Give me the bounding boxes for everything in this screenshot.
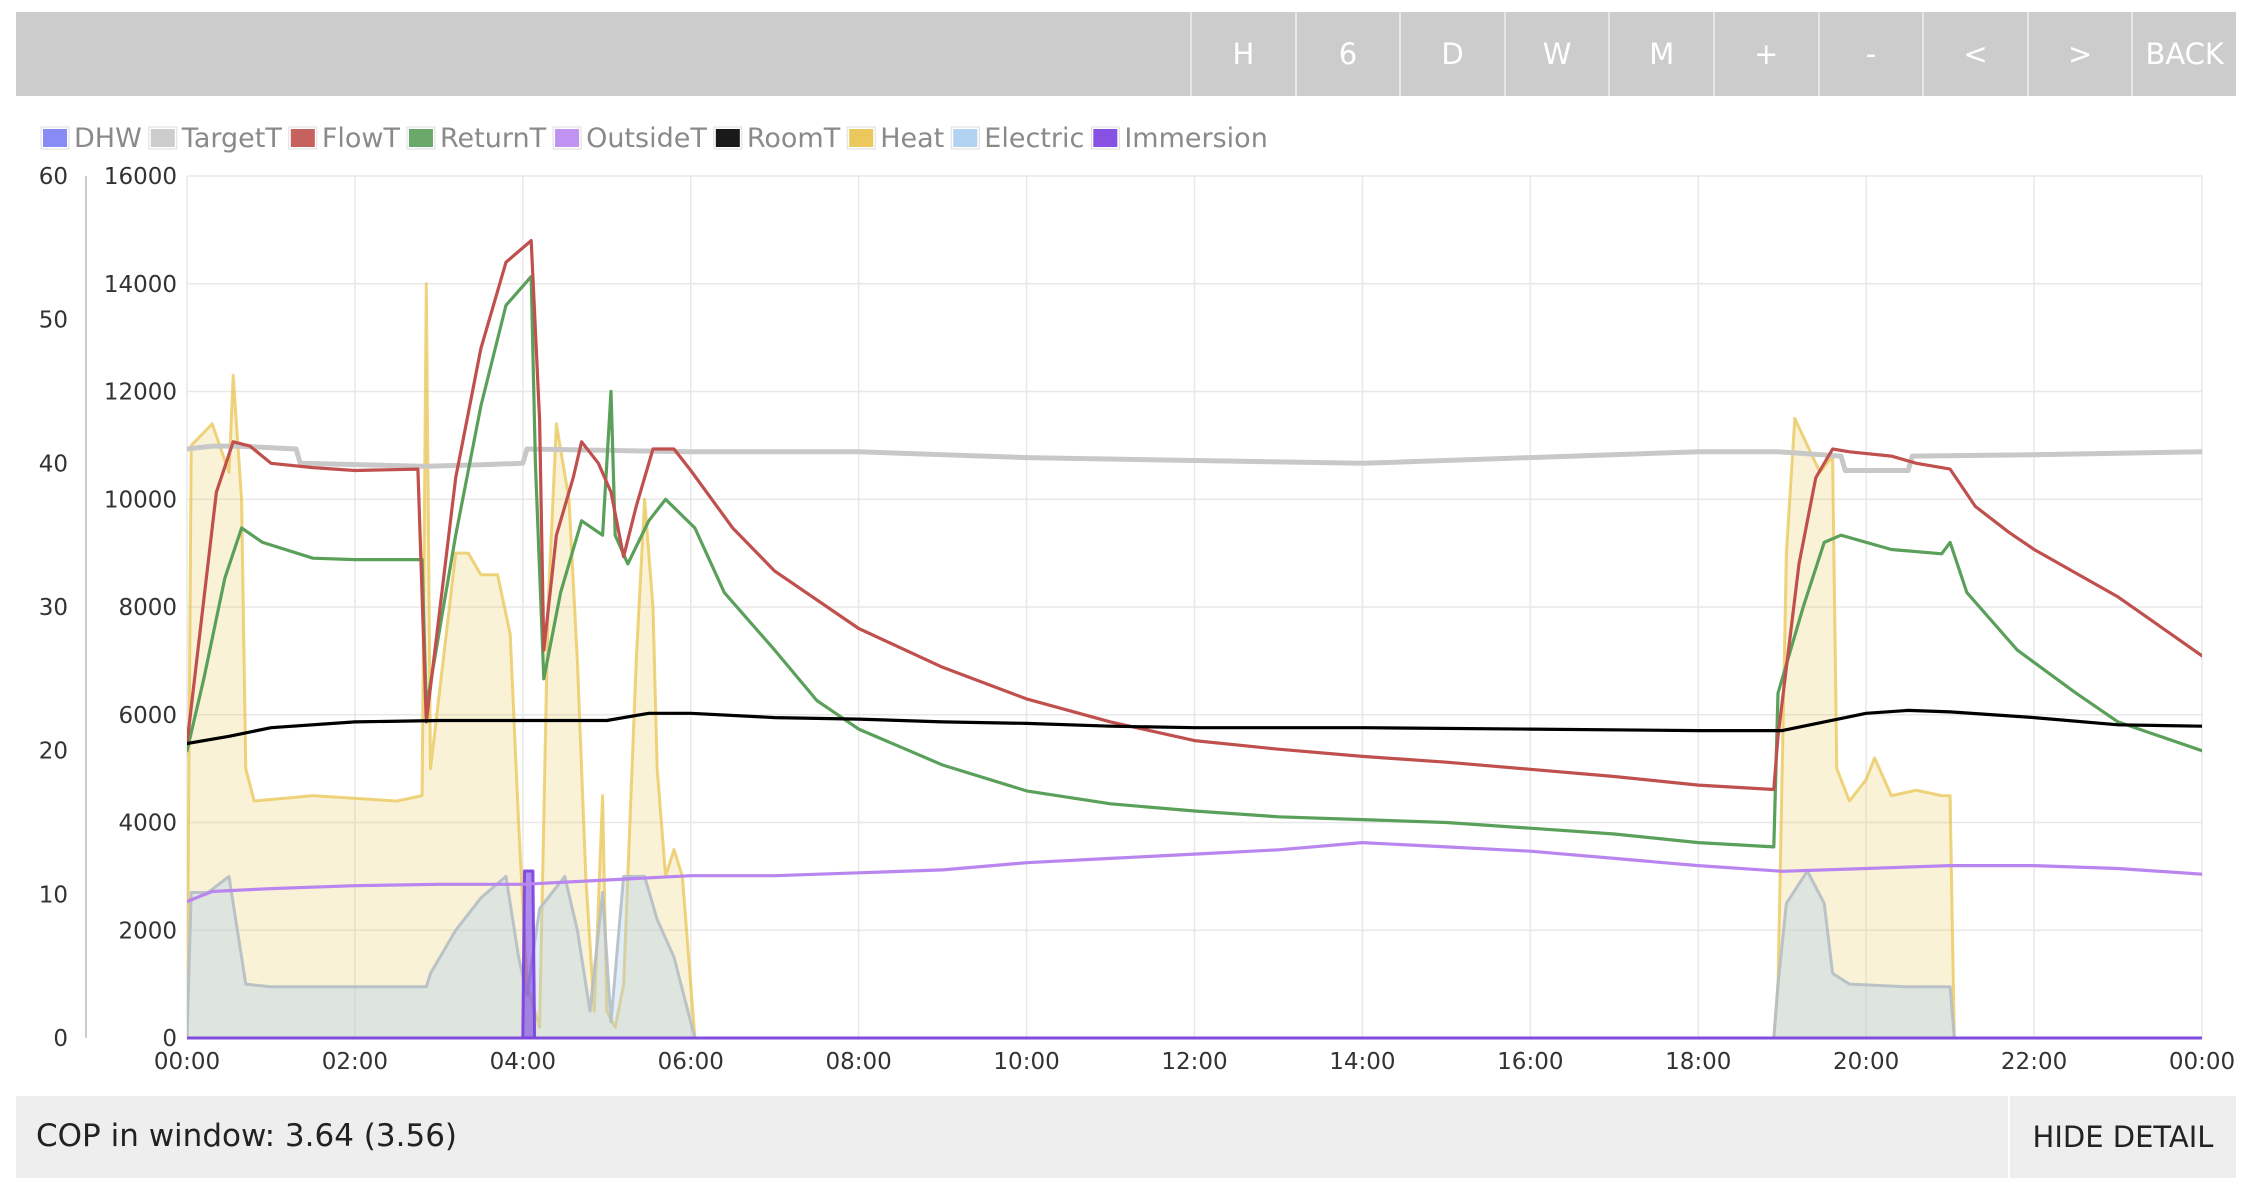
- pan-left-button[interactable]: <: [1922, 12, 2027, 96]
- legend-swatch-roomt: [713, 127, 742, 149]
- legend-swatch-returnt: [406, 127, 435, 149]
- legend-swatch-electric: [951, 127, 980, 149]
- zoom-out-button[interactable]: -: [1817, 12, 1923, 96]
- x-axis-tick-label: 00:00: [2169, 1049, 2235, 1075]
- toolbar-buttons: H 6 D W M + - < > BACK: [1190, 12, 2236, 96]
- pan-right-button[interactable]: >: [2026, 12, 2132, 96]
- left-axis-tick-label: 30: [39, 595, 68, 621]
- legend-label-outsidet: OutsideT: [586, 123, 707, 154]
- left-axis-tick-label: 40: [39, 451, 68, 477]
- power-axis-tick-label: 10000: [104, 487, 177, 513]
- six-hour-view-button[interactable]: 6: [1294, 12, 1400, 96]
- power-axis-tick-label: 14000: [104, 272, 177, 298]
- power-temperature-chart: 0102030405060020004000600080001000012000…: [39, 123, 2235, 1075]
- power-axis-tick-label: 12000: [104, 380, 177, 406]
- x-axis-tick-label: 16:00: [1497, 1049, 1563, 1075]
- legend-label-roomt: RoomT: [747, 123, 841, 154]
- legend-label-targett: TargetT: [181, 123, 283, 154]
- x-axis-tick-label: 10:00: [993, 1049, 1059, 1075]
- x-axis-tick-label: 00:00: [154, 1049, 220, 1075]
- x-axis-tick-label: 18:00: [1665, 1049, 1731, 1075]
- power-axis-tick-label: 4000: [118, 811, 177, 837]
- left-axis-tick-label: 10: [39, 882, 68, 908]
- power-axis-tick-label: 16000: [104, 164, 177, 190]
- x-axis-tick-label: 12:00: [1161, 1049, 1227, 1075]
- legend-label-returnt: ReturnT: [440, 123, 547, 154]
- legend-label-heat: Heat: [880, 123, 944, 154]
- legend-label-dhw: DHW: [74, 123, 142, 154]
- x-axis-tick-label: 04:00: [490, 1049, 556, 1075]
- x-axis-tick-label: 06:00: [658, 1049, 724, 1075]
- legend-label-flowt: FlowT: [322, 123, 401, 154]
- legend-swatch-immersion: [1091, 127, 1120, 149]
- left-axis-tick-label: 60: [39, 164, 68, 190]
- hide-detail-button[interactable]: HIDE DETAIL: [2008, 1096, 2236, 1178]
- toolbar: H 6 D W M + - < > BACK: [16, 12, 2236, 96]
- legend-swatch-targett: [148, 127, 177, 149]
- month-view-button[interactable]: M: [1608, 12, 1713, 96]
- legend-swatch-heat: [847, 127, 876, 149]
- left-axis-tick-label: 50: [39, 308, 68, 334]
- power-axis-tick-label: 2000: [118, 918, 177, 944]
- legend-swatch-outsidet: [553, 127, 582, 149]
- back-button[interactable]: BACK: [2131, 12, 2236, 96]
- left-axis-tick-label: 20: [39, 739, 68, 765]
- x-axis-tick-label: 08:00: [826, 1049, 892, 1075]
- legend-label-electric: Electric: [984, 123, 1084, 154]
- left-axis-tick-label: 0: [53, 1026, 68, 1052]
- x-axis-tick-label: 22:00: [2001, 1049, 2067, 1075]
- power-axis-tick-label: 8000: [118, 595, 177, 621]
- legend-swatch-dhw: [41, 127, 69, 149]
- zoom-in-button[interactable]: +: [1713, 12, 1818, 96]
- power-axis-tick-label: 6000: [118, 703, 177, 729]
- legend-swatch-flowt: [288, 127, 317, 149]
- day-view-button[interactable]: D: [1399, 12, 1504, 96]
- x-axis-tick-label: 14:00: [1329, 1049, 1395, 1075]
- cop-summary: COP in window: 3.64 (3.56): [36, 1118, 458, 1154]
- hour-view-button[interactable]: H: [1190, 12, 1295, 96]
- x-axis-tick-label: 20:00: [1833, 1049, 1899, 1075]
- footer-bar: COP in window: 3.64 (3.56) HIDE DETAIL: [16, 1096, 2236, 1178]
- week-view-button[interactable]: W: [1503, 12, 1609, 96]
- chart-area: 0 10 20 30 40 50 60 0 2000 4000 6000 8000 10000 12000…: [16, 96, 2236, 1094]
- legend-label-immersion: Immersion: [1124, 123, 1267, 154]
- x-axis-tick-label: 02:00: [322, 1049, 388, 1075]
